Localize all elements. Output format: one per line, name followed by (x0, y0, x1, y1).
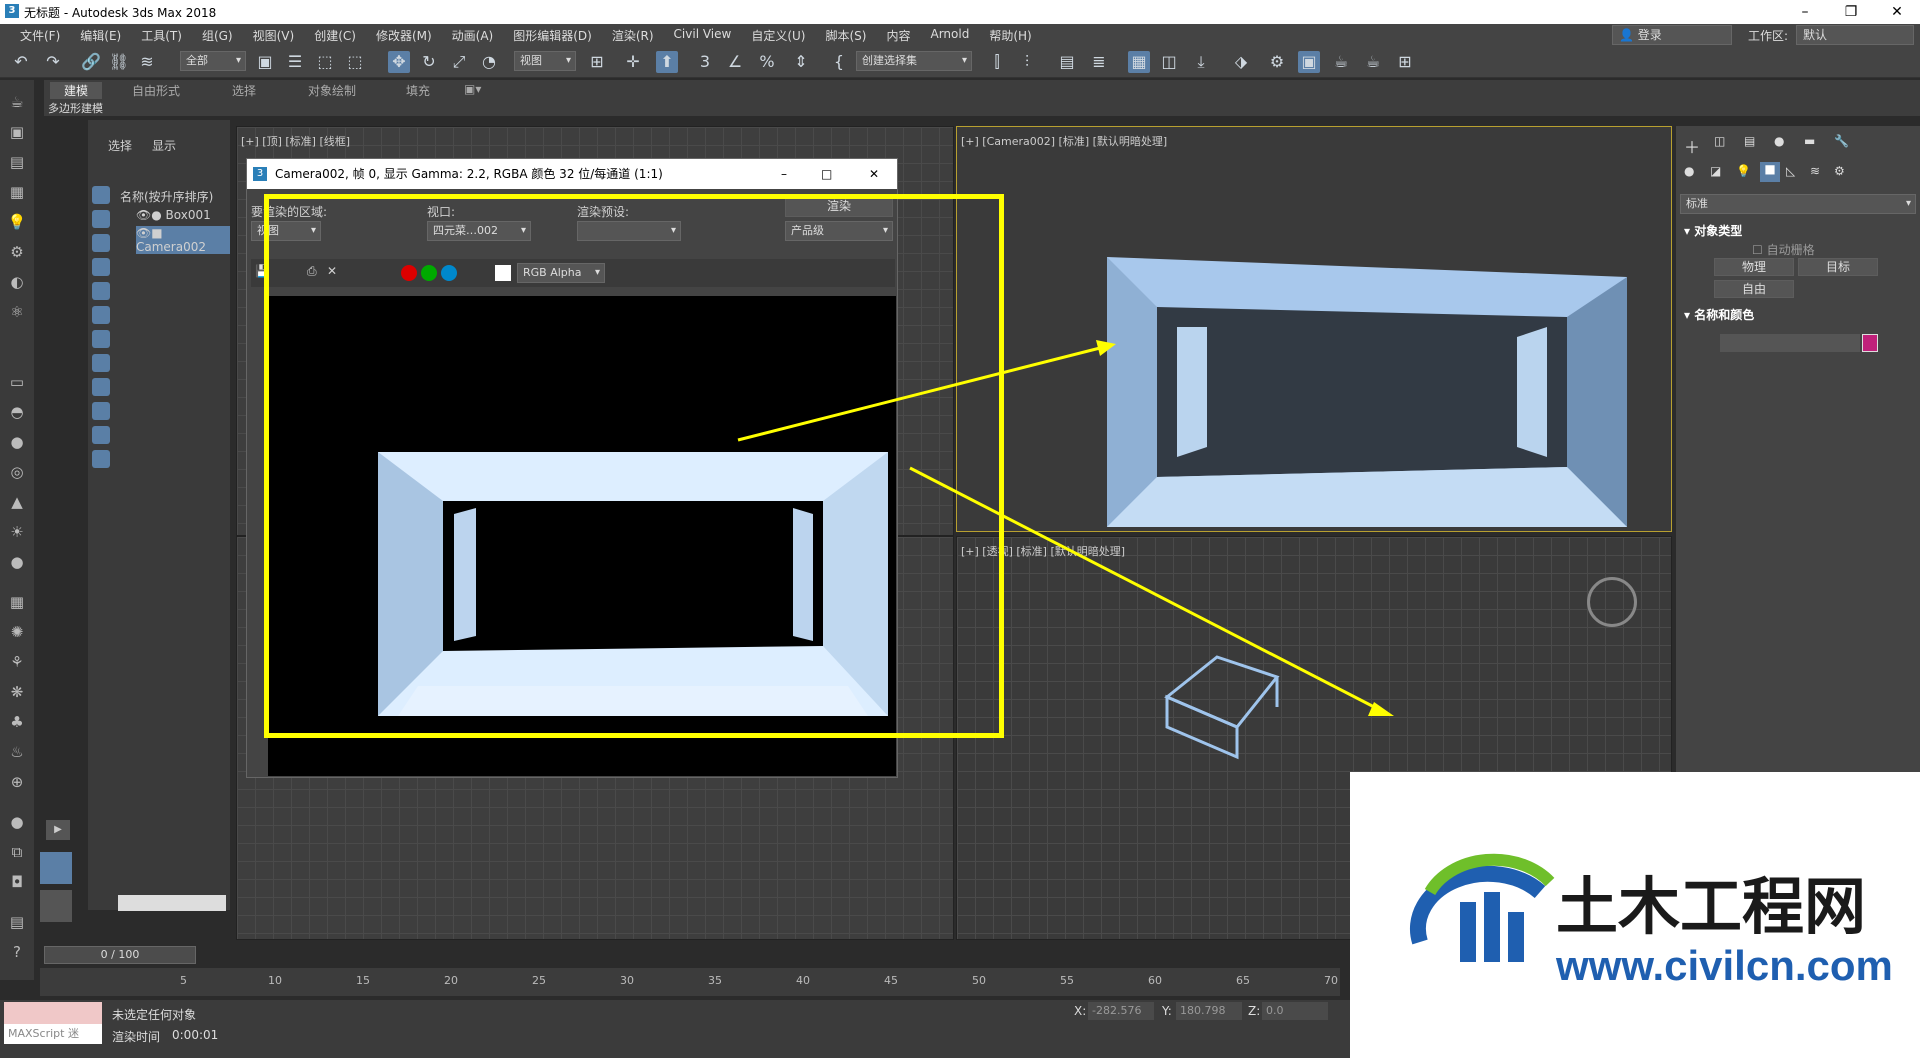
status-render-time-label: 渲染时间 (112, 1030, 161, 1044)
timeline-tick: 35 (708, 974, 722, 987)
timeline-tick: 30 (620, 974, 634, 987)
civilcn-logo-icon (1410, 853, 1555, 962)
coord-z-label: Z: (1248, 1004, 1261, 1018)
coord-x-field[interactable]: -282.576 (1088, 1002, 1154, 1020)
timeline-track[interactable]: 5 10 15 20 25 30 35 40 45 50 55 60 65 70 (40, 968, 1340, 996)
maxscript-field[interactable]: MAXScript 迷 (4, 1024, 102, 1044)
timeline-tick: 20 (444, 974, 458, 987)
timeline-tick: 15 (356, 974, 370, 987)
timeline-tick: 65 (1236, 974, 1250, 987)
timeline-tick: 5 (180, 974, 187, 987)
timeline-tick: 45 (884, 974, 898, 987)
coord-y-field[interactable]: 180.798 (1176, 1002, 1242, 1020)
maxscript-listener[interactable] (4, 1002, 102, 1024)
timeline-tick: 25 (532, 974, 546, 987)
timeline-tick: 40 (796, 974, 810, 987)
status-selection: 未选定任何对象 (112, 1008, 197, 1022)
coord-x-label: X: (1074, 1004, 1087, 1018)
timeline-tick: 55 (1060, 974, 1074, 987)
watermark-logo: 土木工程网 www.civilcn.com (1350, 772, 1920, 1058)
time-slider[interactable]: 0 / 100 (44, 946, 196, 964)
coord-z-field[interactable]: 0.0 (1262, 1002, 1328, 1020)
timeline-tick: 10 (268, 974, 282, 987)
status-render-time: 0:00:01 (172, 1028, 219, 1042)
watermark-url: www.civilcn.com (1556, 942, 1893, 989)
timeline-tick: 70 (1324, 974, 1338, 987)
coord-y-label: Y: (1162, 1004, 1172, 1018)
timeline-tick: 50 (972, 974, 986, 987)
watermark-title: 土木工程网 (1556, 873, 1867, 942)
timeline-tick: 60 (1148, 974, 1162, 987)
